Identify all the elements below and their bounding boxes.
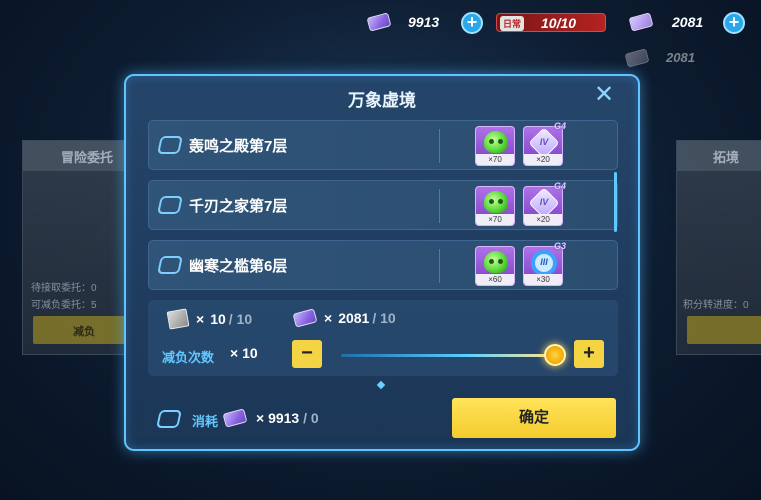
stage-checkbox[interactable] (157, 256, 183, 274)
reward-quantity: ×70 (476, 154, 514, 165)
green-skull-material-icon (484, 131, 508, 153)
crystal-ticket-icon (292, 308, 318, 328)
ticket-stat: × 10 / 10 (166, 308, 253, 330)
dialog-title: 万象虚境 (348, 91, 416, 110)
reward-item[interactable]: ×70 (475, 126, 515, 166)
scrollbar[interactable] (614, 172, 617, 232)
ticket-count: 9913 (408, 14, 440, 30)
stamina-bar: 日常 10/10 (496, 13, 606, 32)
reward-quantity: ×20 (524, 154, 562, 165)
reward-grade: G3 (553, 241, 566, 251)
reward-item[interactable]: ×70 (475, 186, 515, 226)
reward-quantity: ×20 (524, 214, 562, 225)
stage-row[interactable]: 幽寒之槛第6层 ×60 III G3 ×30 (148, 240, 618, 290)
crystal-ticket-icon (628, 12, 654, 32)
ticket-resource: 9913 (366, 10, 440, 34)
stage-name: 幽寒之槛第6层 (189, 258, 288, 275)
sweep-times-value: × 10 (230, 345, 258, 361)
ticket-stat-value: 10 (210, 311, 226, 327)
row-divider (439, 249, 440, 283)
decrease-button[interactable]: − (292, 340, 322, 368)
reward-item[interactable]: III G3 ×30 (523, 241, 566, 286)
multiply-sign: × (196, 311, 205, 327)
crystal-ticket-icon (222, 408, 248, 428)
crystal-shadow-count: 2081 (666, 50, 695, 65)
reward-quantity: ×70 (476, 214, 514, 225)
reward-item[interactable]: IV G4 ×20 (523, 181, 566, 226)
section-divider (376, 380, 386, 390)
confirm-button[interactable]: 确定 (452, 398, 616, 438)
row-divider (439, 129, 440, 163)
ticket-icon (366, 12, 392, 32)
consume-ticket (222, 408, 248, 428)
stamina-tag: 日常 (500, 16, 525, 31)
background-card-left-line1: 待接取委托：0 (31, 283, 97, 294)
slider-handle[interactable] (544, 344, 566, 366)
consume-label: 消耗 (192, 414, 219, 429)
reward-quantity: ×60 (476, 274, 514, 285)
background-card-left-button-label: 减负 (73, 326, 95, 338)
sweep-times-slider[interactable] (341, 354, 551, 357)
consume-value: × 9913 / 0 (256, 410, 319, 426)
reward-grade: G4 (553, 121, 566, 131)
background-card-right: 拓境 积分转进度：0 (676, 140, 761, 355)
reward-item[interactable]: ×60 (475, 246, 515, 286)
close-icon[interactable]: ✕ (592, 83, 616, 107)
crystal-resource: 2081 (628, 10, 704, 34)
crystal-count: 2081 (672, 14, 704, 30)
add-ticket-button[interactable]: + (461, 12, 483, 34)
multiply-sign: × (256, 410, 265, 426)
stage-name: 千刃之家第7层 (189, 198, 288, 215)
reward-quantity: ×30 (524, 274, 562, 285)
stage-row[interactable]: 轰鸣之殿第7层 ×70 IV G4 ×20 (148, 120, 618, 170)
background-card-right-title: 拓境 (677, 141, 761, 171)
crystal-shadow-icon (624, 47, 650, 68)
crystal-stat-value: 2081 (338, 310, 370, 326)
reward-tier-label: IV (539, 137, 549, 147)
crystal-stat: × 2081 / 10 (292, 308, 396, 328)
stage-checkbox[interactable] (157, 136, 183, 154)
green-skull-material-icon (484, 251, 508, 273)
consume-total: / 0 (303, 410, 319, 426)
crystal-resource-shadow: 2081 (624, 47, 695, 68)
row-divider (439, 189, 440, 223)
sweep-times-label: 减负次数 (162, 350, 215, 365)
consume-checkbox[interactable] (156, 410, 182, 428)
background-card-right-button (687, 316, 761, 344)
multiply-sign: × (324, 310, 333, 326)
stage-checkbox[interactable] (157, 196, 183, 214)
sweep-settings-panel: × 10 / 10 × 2081 / 10 减负次数 × 10 − + (148, 300, 618, 376)
add-crystal-button[interactable]: + (723, 12, 745, 34)
background-card-right-line1: 积分转进度：0 (683, 300, 749, 311)
green-skull-material-icon (484, 191, 508, 213)
crystal-stat-total: / 10 (372, 310, 396, 326)
reward-grade: G4 (553, 181, 566, 191)
stage-row[interactable]: 千刃之家第7层 ×70 IV G4 ×20 (148, 180, 618, 230)
reward-tier-label: III (540, 257, 548, 267)
reward-item[interactable]: IV G4 ×20 (523, 121, 566, 166)
reward-tier-label: IV (539, 197, 549, 207)
document-ticket-icon (166, 308, 190, 330)
consume-amount: 9913 (268, 410, 300, 426)
resource-bar: 9913 + 日常 10/10 2081 + (0, 0, 761, 44)
increase-button[interactable]: + (574, 340, 604, 368)
sweep-dialog: 万象虚境 ✕ 轰鸣之殿第7层 ×70 IV G4 ×20 千刃之家第7层 ×70… (124, 74, 640, 451)
stage-name: 轰鸣之殿第7层 (189, 138, 288, 155)
ticket-stat-total: / 10 (228, 311, 253, 327)
stamina-value: 10/10 (541, 15, 577, 31)
background-card-left-line2: 可减负委托：5 (31, 300, 97, 311)
